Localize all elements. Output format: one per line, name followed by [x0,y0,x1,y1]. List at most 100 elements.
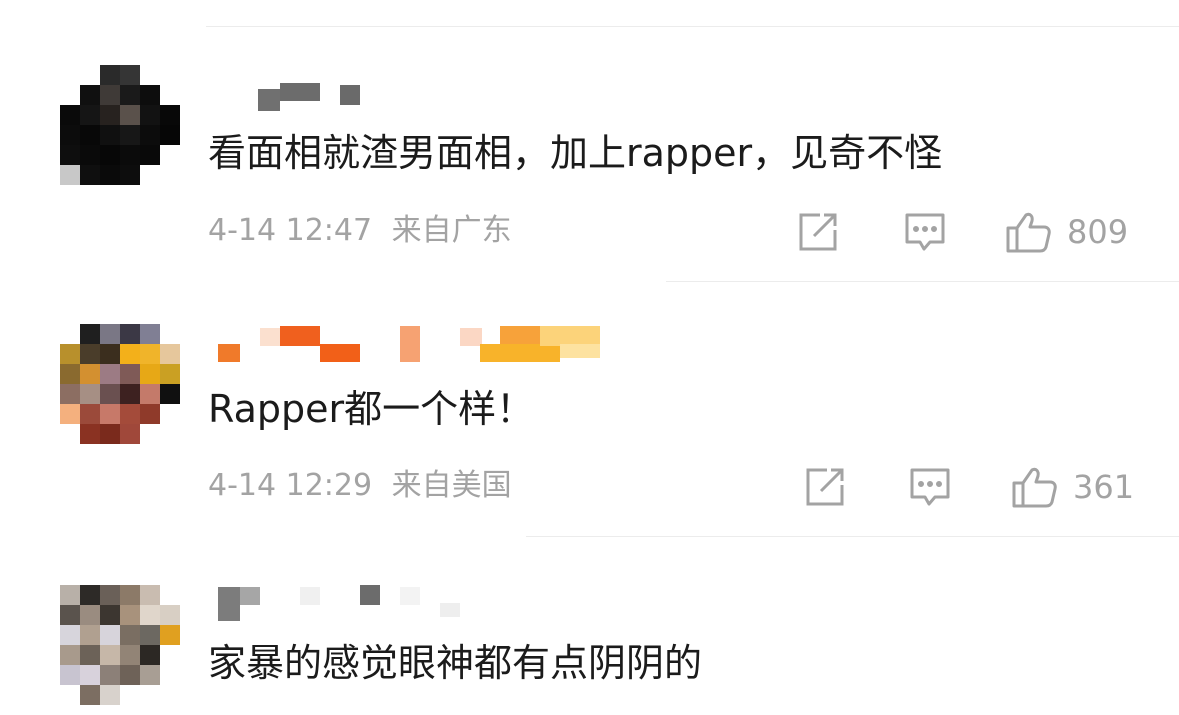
comment-icon [905,213,945,251]
avatar-pixel [160,324,180,344]
divider-top [206,26,1179,27]
like-button[interactable]: 809 [1005,210,1128,254]
avatar-pixel [80,105,100,125]
comment-text: 看面相就渣男面相，加上rapper，见奇不怪 [208,131,943,175]
avatar-pixel [160,625,180,645]
avatar-pixel [120,125,140,145]
comment-text: Rapper都一个样！ [208,387,535,431]
avatar-pixel [120,105,140,125]
avatar-pixel [100,605,120,625]
avatar-pixel [120,364,140,384]
comment-location: 来自美国 [391,468,512,503]
avatar-pixel [100,85,120,105]
avatar-pixel [120,384,140,404]
avatar-pixel [60,364,80,384]
avatar-pixel [60,424,80,444]
avatar-pixel [80,424,100,444]
thumbs-up-icon [1012,467,1057,508]
share-button[interactable] [796,210,840,254]
avatar-pixel [120,665,140,685]
avatar-pixel [60,685,80,705]
avatar-pixel [160,125,180,145]
avatar[interactable] [60,324,180,444]
avatar-pixel [120,424,140,444]
avatar-pixel [160,364,180,384]
avatar-pixel [160,685,180,705]
avatar-pixel [160,384,180,404]
avatar-pixel [160,404,180,424]
avatar-pixel [120,324,140,344]
avatar-pixel [80,145,100,165]
avatar-pixel [120,165,140,185]
avatar-pixel [80,404,100,424]
avatar[interactable] [60,65,180,185]
avatar-pixel [80,645,100,665]
avatar-pixel [100,364,120,384]
avatar-pixel [80,685,100,705]
avatar-pixel [160,65,180,85]
reply-button[interactable] [908,465,952,509]
avatar-pixel [60,384,80,404]
avatar-pixel [160,105,180,125]
avatar-pixel [80,585,100,605]
comment-meta: 4-14 12:29 来自美国 [208,466,512,506]
avatar-pixel [120,645,140,665]
avatar-pixel [140,665,160,685]
avatar-pixel [120,85,140,105]
avatar-pixel [160,605,180,625]
avatar-pixel [100,145,120,165]
share-icon [806,468,844,506]
username-redacted[interactable] [258,83,368,123]
avatar-pixel [140,324,160,344]
avatar-pixel [160,165,180,185]
avatar-pixel [100,404,120,424]
avatar-pixel [100,65,120,85]
avatar-pixel [100,645,120,665]
username-redacted[interactable] [218,583,468,623]
comment-time: 4-14 12:47 [208,213,373,248]
comment-meta: 4-14 12:47 来自广东 [208,211,512,251]
avatar-pixel [140,165,160,185]
avatar-pixel [140,685,160,705]
comment-text: 家暴的感觉眼神都有点阴阴的 [208,641,703,685]
divider-2 [526,536,1179,537]
avatar-pixel [60,105,80,125]
avatar-pixel [80,85,100,105]
avatar-pixel [120,685,140,705]
comment-location: 来自广东 [391,213,512,248]
avatar-pixel [160,344,180,364]
avatar-pixel [140,85,160,105]
avatar-pixel [80,605,100,625]
avatar-pixel [140,585,160,605]
avatar-pixel [80,625,100,645]
avatar-pixel [140,145,160,165]
avatar-pixel [140,625,160,645]
avatar-pixel [120,605,140,625]
avatar-pixel [140,424,160,444]
avatar-pixel [60,625,80,645]
avatar-pixel [60,145,80,165]
avatar-pixel [160,665,180,685]
avatar-pixel [160,145,180,165]
avatar-pixel [60,344,80,364]
username-redacted[interactable] [218,324,600,364]
avatar-pixel [140,105,160,125]
like-button[interactable]: 361 [1011,465,1134,509]
avatar-pixel [100,685,120,705]
avatar-pixel [100,424,120,444]
avatar[interactable] [60,585,180,705]
avatar-pixel [160,424,180,444]
avatar-pixel [100,344,120,364]
avatar-pixel [140,125,160,145]
avatar-pixel [160,85,180,105]
avatar-pixel [80,665,100,685]
share-button[interactable] [803,465,847,509]
avatar-pixel [80,384,100,404]
reply-button[interactable] [903,210,947,254]
avatar-pixel [60,605,80,625]
avatar-pixel [60,404,80,424]
avatar-pixel [140,645,160,665]
avatar-pixel [80,344,100,364]
avatar-pixel [60,665,80,685]
like-count: 809 [1067,213,1129,251]
